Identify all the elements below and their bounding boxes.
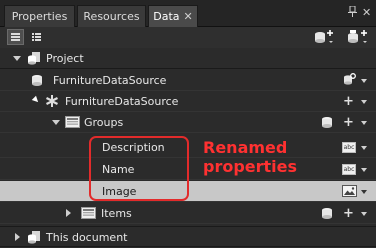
text-type-icon[interactable]: abc — [342, 164, 356, 175]
project-header-row[interactable]: Project — [0, 48, 376, 69]
add-property-icon[interactable]: + — [343, 94, 354, 109]
items-row[interactable]: Items + — [0, 203, 376, 224]
data-source-child-expander-icon[interactable] — [31, 95, 41, 105]
database-icon — [31, 74, 43, 90]
panel-close-icon[interactable]: ✕ — [362, 6, 371, 19]
document-header-row[interactable]: This document — [0, 226, 376, 247]
details-view-icon — [32, 33, 41, 41]
data-source-options-icon[interactable] — [343, 73, 357, 90]
name-type-caret-icon[interactable] — [361, 168, 367, 172]
groups-data-icon[interactable] — [321, 116, 333, 132]
add-data-source-icon[interactable] — [314, 30, 334, 48]
groups-add-property-icon[interactable]: + — [343, 115, 354, 130]
data-source-options-caret-icon[interactable] — [361, 79, 367, 83]
annotation-highlight-box — [89, 136, 189, 201]
annotation-line-2: properties — [203, 157, 298, 176]
tab-resources-label: Resources — [83, 10, 140, 23]
list-view-icon — [11, 33, 20, 41]
items-data-icon[interactable] — [321, 207, 333, 223]
tab-properties[interactable]: Properties — [4, 5, 75, 27]
schema-icon — [44, 94, 60, 111]
text-type-icon[interactable]: abc — [342, 142, 356, 153]
annotation-line-1: Renamed — [203, 138, 288, 157]
pin-icon[interactable] — [348, 5, 357, 20]
items-label: Items — [101, 207, 132, 220]
tab-properties-label: Properties — [11, 10, 68, 23]
project-data-icon — [27, 51, 41, 68]
data-source-child-label: FurnitureDataSource — [65, 95, 179, 108]
data-panel-toolbar — [0, 27, 376, 48]
groups-label: Groups — [84, 116, 124, 129]
data-source-root-label: FurnitureDataSource — [53, 74, 167, 87]
data-source-child-row[interactable]: FurnitureDataSource + — [0, 91, 376, 112]
list-view-button[interactable] — [7, 29, 24, 45]
description-type-caret-icon[interactable] — [361, 146, 367, 150]
collection-icon — [81, 207, 96, 222]
document-data-icon — [27, 230, 41, 247]
items-add-caret-icon[interactable] — [361, 212, 367, 216]
tab-resources[interactable]: Resources — [77, 5, 146, 27]
annotation-callout-text: Renamed properties — [203, 138, 297, 176]
project-header-label: Project — [46, 52, 84, 65]
image-type-icon[interactable] — [342, 185, 357, 197]
items-add-property-icon[interactable]: + — [343, 206, 354, 221]
tab-data-label: Data — [153, 10, 180, 23]
create-sample-data-icon[interactable] — [347, 30, 369, 48]
tab-data[interactable]: Data ✕ — [148, 5, 198, 27]
groups-add-caret-icon[interactable] — [361, 121, 367, 125]
tab-close-icon[interactable]: ✕ — [184, 10, 193, 23]
data-source-root-row[interactable]: FurnitureDataSource — [0, 70, 376, 91]
project-expander-icon[interactable] — [13, 56, 21, 61]
items-expander-icon[interactable] — [66, 209, 71, 217]
image-type-caret-icon[interactable] — [361, 190, 367, 194]
document-header-label: This document — [46, 231, 128, 244]
collection-icon — [65, 116, 80, 131]
details-view-button[interactable] — [28, 29, 45, 45]
panel-tab-strip: Properties Resources Data ✕ ✕ — [0, 0, 376, 27]
add-property-caret-icon[interactable] — [361, 100, 367, 104]
groups-row[interactable]: Groups + — [0, 112, 376, 133]
groups-expander-icon[interactable] — [52, 120, 60, 125]
document-expander-icon[interactable] — [15, 233, 20, 241]
